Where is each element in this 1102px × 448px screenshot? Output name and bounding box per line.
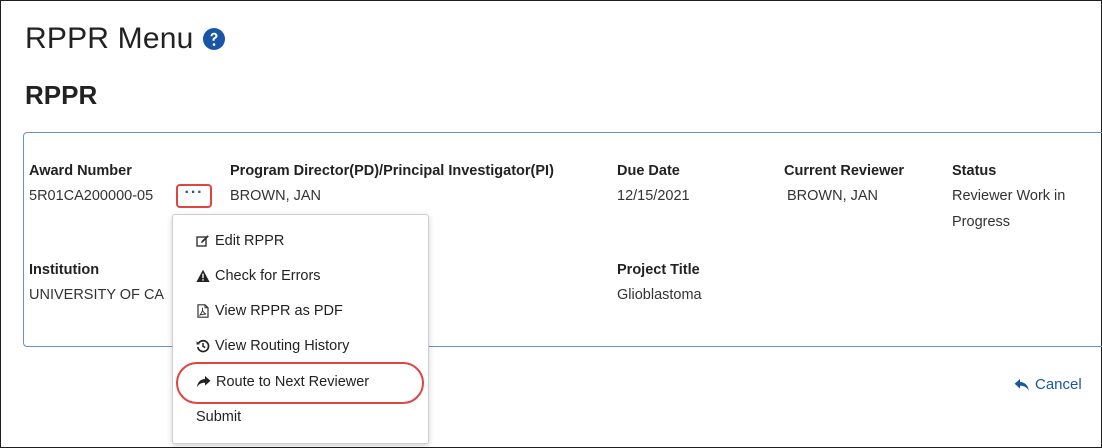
cancel-link[interactable]: Cancel <box>1014 376 1082 393</box>
due-date-value: 12/15/2021 <box>617 188 690 204</box>
menu-item-view-pdf[interactable]: View RPPR as PDF <box>196 301 343 321</box>
due-date-label: Due Date <box>617 163 680 179</box>
menu-item-check-errors[interactable]: Check for Errors <box>196 266 321 286</box>
pdf-icon <box>197 304 209 318</box>
page-title: RPPR Menu <box>25 22 226 56</box>
award-number-label: Award Number <box>29 163 132 179</box>
route-next-reviewer-highlight <box>176 362 424 404</box>
project-title-value: Glioblastoma <box>617 287 702 303</box>
project-title-label: Project Title <box>617 262 700 278</box>
menu-item-label: View RPPR as PDF <box>215 303 343 319</box>
institution-value: UNIVERSITY OF CA <box>29 287 165 303</box>
warning-icon <box>196 269 210 282</box>
award-number-value: 5R01CA200000-05 <box>29 188 154 204</box>
history-icon <box>196 339 210 353</box>
menu-item-label: Check for Errors <box>215 268 321 284</box>
current-reviewer-label: Current Reviewer <box>784 163 905 179</box>
pd-pi-label: Program Director(PD)/Principal Investiga… <box>230 163 554 179</box>
menu-item-label: View Routing History <box>215 338 350 354</box>
cancel-label: Cancel <box>1035 376 1082 393</box>
status-label: Status <box>952 163 997 179</box>
status-value-line1: Reviewer Work in <box>952 188 1066 204</box>
current-reviewer-value: BROWN, JAN <box>787 188 879 204</box>
menu-item-label: Submit <box>196 409 242 425</box>
reply-arrow-icon <box>1014 378 1029 391</box>
menu-item-routing-history[interactable]: View Routing History <box>196 336 349 356</box>
institution-label: Institution <box>29 262 100 278</box>
help-icon[interactable] <box>202 27 226 51</box>
menu-item-edit-rppr[interactable]: Edit RPPR <box>196 231 284 251</box>
page-title-text: RPPR Menu <box>25 22 194 55</box>
ellipsis-icon: ··· <box>184 184 204 201</box>
more-actions-button[interactable]: ··· <box>176 184 212 208</box>
section-title: RPPR <box>25 80 98 110</box>
pd-pi-value: BROWN, JAN <box>230 188 322 204</box>
menu-item-submit[interactable]: Submit <box>196 407 241 427</box>
actions-dropdown-menu: Edit RPPR Check for Errors View RPPR as … <box>172 214 429 444</box>
status-value-line2: Progress <box>952 214 1011 230</box>
edit-icon <box>196 235 209 247</box>
menu-item-label: Edit RPPR <box>215 233 285 249</box>
